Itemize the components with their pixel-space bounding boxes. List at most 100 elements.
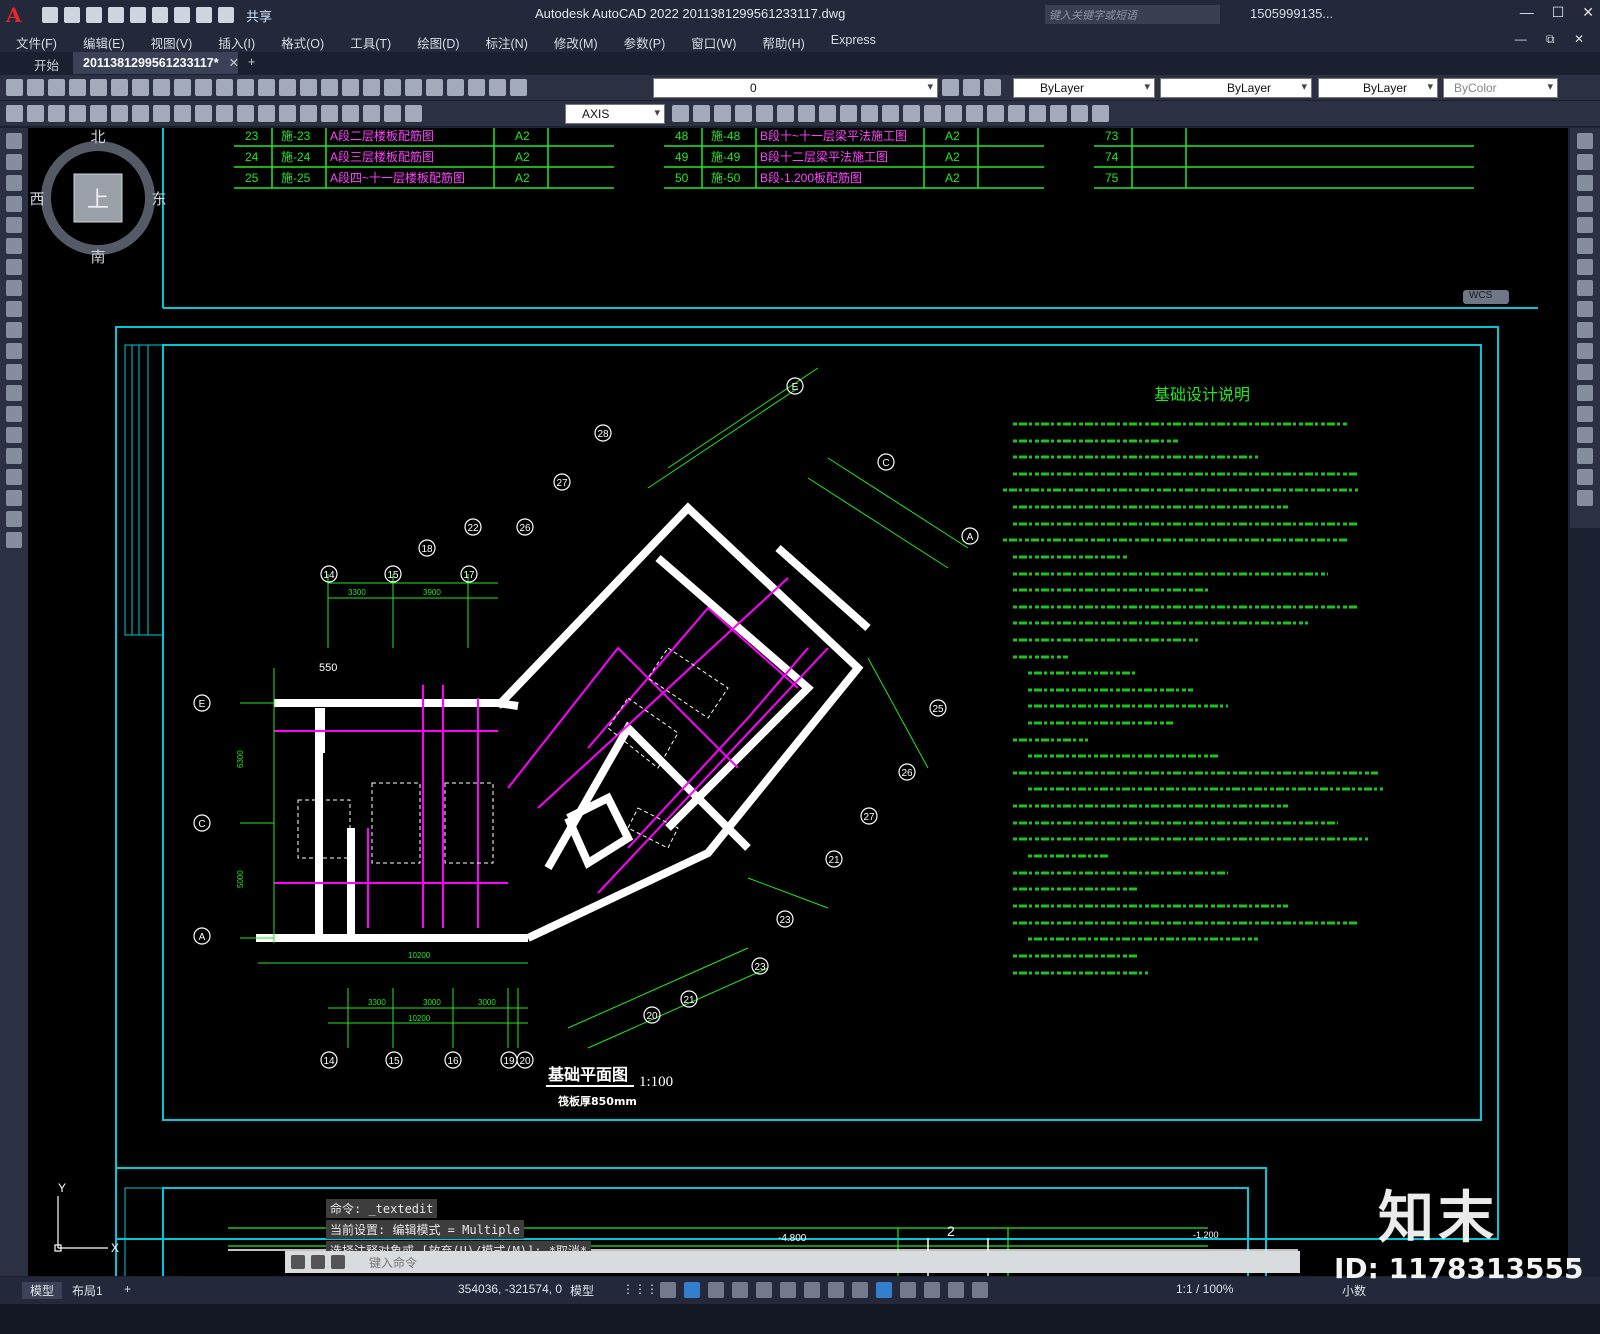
menu-parametric[interactable]: 参数(P) (608, 30, 676, 52)
inspect-icon[interactable] (321, 105, 338, 122)
wcs-menu[interactable]: WCS (1463, 290, 1509, 304)
transparency-icon[interactable] (828, 1282, 844, 1298)
table-icon[interactable] (6, 490, 22, 506)
plot-icon[interactable] (69, 79, 86, 96)
check-icon[interactable] (1071, 105, 1088, 122)
color-faces-icon[interactable] (924, 105, 941, 122)
add-selected-icon[interactable] (6, 532, 22, 548)
extract-edges-icon[interactable] (882, 105, 899, 122)
autocad-logo[interactable]: A (6, 4, 28, 26)
close-command-icon[interactable] (291, 1255, 305, 1269)
auto-scale-icon[interactable] (972, 1282, 988, 1298)
redo-icon[interactable] (218, 7, 234, 23)
isodraft-icon[interactable] (732, 1282, 748, 1298)
menu-tools[interactable]: 工具(T) (334, 30, 401, 52)
snap-icon[interactable] (660, 1282, 676, 1298)
color-dropdown[interactable]: ByLayer (1013, 78, 1155, 98)
construction-line-icon[interactable] (6, 154, 22, 170)
design-center-icon[interactable] (384, 79, 401, 96)
tab-start[interactable]: 开始 (0, 52, 73, 74)
dimstyle-dropdown[interactable]: AXIS (565, 104, 665, 124)
arc-length-icon[interactable] (48, 105, 65, 122)
mirror-icon[interactable] (1577, 175, 1593, 191)
open-web-icon[interactable] (130, 7, 146, 23)
layer-previous-icon[interactable] (963, 79, 980, 96)
offset-icon[interactable] (1577, 196, 1593, 212)
viewcube-south[interactable]: 南 (90, 248, 105, 266)
new-file-icon[interactable] (42, 7, 58, 23)
menu-draw[interactable]: 绘图(D) (401, 30, 469, 52)
taper-faces-icon[interactable] (966, 105, 983, 122)
paste-icon[interactable] (195, 79, 212, 96)
share-button[interactable]: 共享 (246, 6, 272, 25)
3d-intersect-icon[interactable] (756, 105, 773, 122)
ellipse-arc-icon[interactable] (6, 343, 22, 359)
section-icon[interactable] (840, 105, 857, 122)
selection-filter-icon[interactable] (900, 1282, 916, 1298)
ellipse-icon[interactable] (6, 322, 22, 338)
calculator-icon[interactable] (468, 79, 485, 96)
dim-style-icon[interactable] (672, 105, 689, 122)
region-icon[interactable] (6, 469, 22, 485)
dim-edit-icon[interactable] (363, 105, 380, 122)
revcloud-icon[interactable] (6, 280, 22, 296)
grid-button[interactable]: ⋮⋮⋮ (622, 1282, 658, 1296)
markup-icon[interactable] (447, 79, 464, 96)
plotstyle-dropdown[interactable]: ByColor (1443, 78, 1558, 98)
radius-icon[interactable] (90, 105, 107, 122)
jogged-icon[interactable] (111, 105, 128, 122)
customize-command-icon[interactable] (311, 1255, 325, 1269)
save-as-icon[interactable] (108, 7, 124, 23)
dim-break-icon[interactable] (258, 105, 275, 122)
stretch-icon[interactable] (1577, 301, 1593, 317)
copy-faces-icon[interactable] (945, 105, 962, 122)
menu-edit[interactable]: 编辑(E) (67, 30, 135, 52)
coordinates-readout[interactable]: 354036, -321574, 0 (458, 1282, 562, 1296)
baseline-icon[interactable] (195, 105, 212, 122)
command-input[interactable]: 键入命令 (369, 1254, 417, 1271)
viewcube-east[interactable]: 东 (151, 190, 166, 208)
interfere-icon[interactable] (861, 105, 878, 122)
rectangle-icon[interactable] (6, 217, 22, 233)
viewcube-north[interactable]: 北 (90, 128, 105, 146)
aligned-dim-icon[interactable] (27, 105, 44, 122)
array-icon[interactable] (1577, 217, 1593, 233)
revolve-icon[interactable] (798, 105, 815, 122)
linetype-dropdown[interactable]: ByLayer (1160, 78, 1312, 98)
polygon-icon[interactable] (6, 196, 22, 212)
pan-icon[interactable] (279, 79, 296, 96)
menu-window[interactable]: 窗口(W) (675, 30, 746, 52)
gradient-icon[interactable] (6, 448, 22, 464)
ortho-icon[interactable] (684, 1282, 700, 1298)
properties-icon[interactable] (363, 79, 380, 96)
save-icon[interactable] (86, 7, 102, 23)
layer-states-icon[interactable] (984, 79, 1001, 96)
viewcube-top[interactable]: 上 (87, 188, 109, 213)
scale-icon[interactable] (1577, 280, 1593, 296)
user-account[interactable]: 1505999135... (1250, 6, 1333, 21)
3d-union-icon[interactable] (714, 105, 731, 122)
make-block-icon[interactable] (6, 385, 22, 401)
explode-icon[interactable] (1577, 490, 1593, 506)
lineweight-dropdown[interactable]: ByLayer (1318, 78, 1438, 98)
undo-icon[interactable] (196, 7, 212, 23)
selection-cycling-icon[interactable] (852, 1282, 868, 1298)
separate-icon[interactable] (1092, 105, 1109, 122)
rotate-icon[interactable] (1577, 259, 1593, 275)
viewcube-west[interactable]: 西 (29, 190, 44, 208)
break-point-icon[interactable] (1577, 364, 1593, 380)
menu-view[interactable]: 视图(V) (135, 30, 203, 52)
match-prop-icon[interactable] (216, 79, 233, 96)
diameter-icon[interactable] (132, 105, 149, 122)
menu-insert[interactable]: 插入(I) (202, 30, 265, 52)
object-snap-icon[interactable] (780, 1282, 796, 1298)
gizmo-icon[interactable] (924, 1282, 940, 1298)
add-layout-button[interactable]: + (124, 1282, 131, 1296)
hatch-icon[interactable] (6, 427, 22, 443)
copy-icon[interactable] (174, 79, 191, 96)
insert-block-icon[interactable] (6, 364, 22, 380)
copy-object-icon[interactable] (1577, 154, 1593, 170)
dim-space-icon[interactable] (237, 105, 254, 122)
3d-dwf-icon[interactable] (132, 79, 149, 96)
slice-icon[interactable] (819, 105, 836, 122)
